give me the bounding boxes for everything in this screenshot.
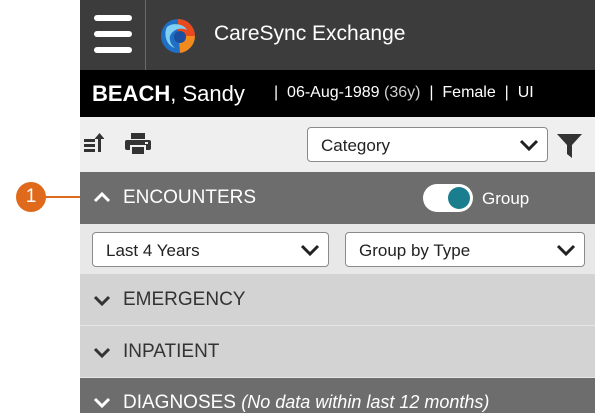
encounters-filter-row: Last 4 Years Group by Type [80,224,595,274]
chevron-down-icon [300,244,320,257]
toggle-knob [448,187,470,209]
printer-icon[interactable] [125,133,151,155]
title-bar: CareSync Exchange [80,0,595,70]
diagnoses-section-header[interactable]: DIAGNOSES (No data within last 12 months… [80,378,595,413]
menu-icon-bar [94,47,132,53]
category-select-value: Category [321,136,390,155]
encounters-section-header: ENCOUNTERS Group [80,172,595,224]
grouping-select[interactable]: Group by Type [345,232,585,267]
group-toggle[interactable] [423,184,473,212]
menu-icon-bar [94,31,132,37]
menu-icon-bar [94,15,132,21]
chevron-down-icon [93,397,111,409]
date-range-select[interactable]: Last 4 Years [92,232,329,267]
export-list-icon[interactable] [84,133,104,155]
hamburger-menu-button[interactable] [80,0,146,70]
chevron-down-icon [93,347,111,359]
callout-leader-line [44,196,80,198]
patient-first-name: , Sandy [170,81,245,106]
chevron-down-icon [93,295,111,307]
patient-truncated-field: UI [517,84,534,101]
diagnoses-label: DIAGNOSES [123,392,236,413]
date-range-value: Last 4 Years [106,241,200,260]
patient-banner: BEACH, Sandy | 06-Aug-1989 (36y) | Femal… [80,70,595,117]
patient-sex: Female [442,84,496,101]
patient-demographics: | 06-Aug-1989 (36y) | Female | UI [274,84,534,102]
group-emergency[interactable]: EMERGENCY [80,274,595,326]
patient-last-name: BEACH [92,81,171,106]
chevron-up-icon[interactable] [93,191,111,203]
category-select[interactable]: Category [307,127,548,162]
separator: | [274,84,279,101]
separator: | [429,84,434,101]
separator: | [504,84,509,101]
encounters-title[interactable]: ENCOUNTERS [123,187,256,209]
group-toggle-label: Group [482,189,530,208]
grouping-value: Group by Type [359,241,471,260]
funnel-icon[interactable] [557,134,582,158]
callout-badge: 1 [16,182,46,212]
toolbar: Category [80,117,595,172]
patient-name: BEACH, Sandy [92,81,245,107]
chevron-down-icon [556,244,576,257]
patient-age: (36y) [384,84,421,101]
diagnoses-note: (No data within last 12 months) [241,392,490,412]
group-inpatient[interactable]: INPATIENT [80,326,595,378]
app-logo-icon [161,19,196,53]
group-label: INPATIENT [123,341,220,362]
app-window: CareSync Exchange BEACH, Sandy | 06-Aug-… [80,0,595,413]
patient-dob: 06-Aug-1989 [287,84,380,101]
app-title: CareSync Exchange [214,22,406,45]
diagnoses-title: DIAGNOSES (No data within last 12 months… [123,392,489,413]
chevron-down-icon [519,139,539,152]
group-label: EMERGENCY [123,289,246,310]
